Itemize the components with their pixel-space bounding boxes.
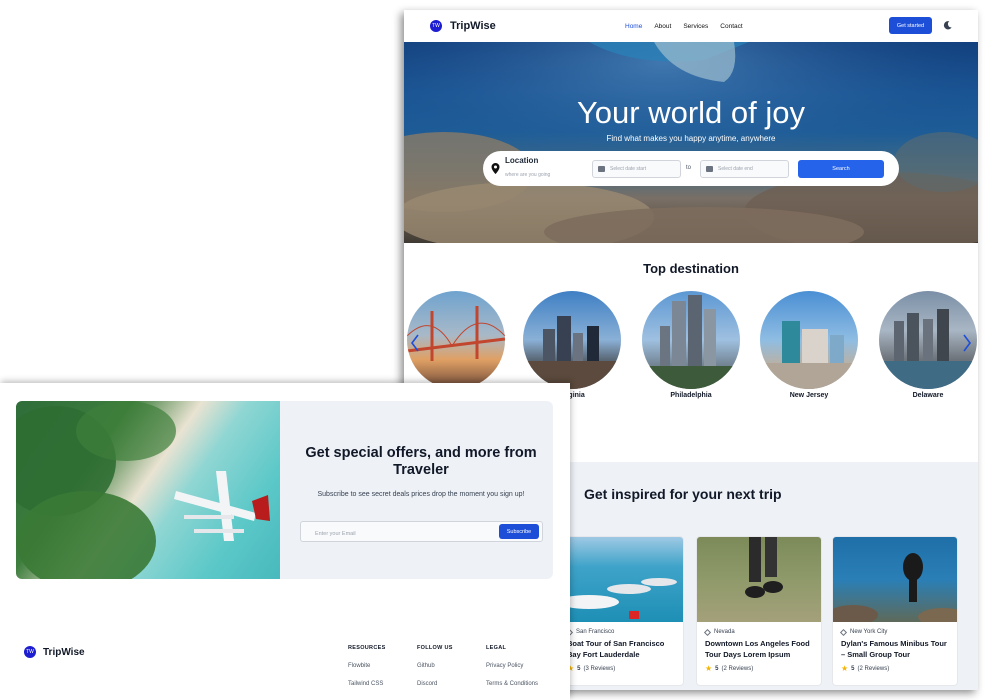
- nav-link-services[interactable]: Services: [683, 23, 708, 30]
- date-end-placeholder: Select date end: [718, 166, 753, 172]
- special-offer-banner: Get special offers, and more from Travel…: [16, 401, 553, 579]
- top-destination-title: Top destination: [643, 261, 739, 276]
- calendar-icon: [598, 166, 605, 172]
- tour-card[interactable]: San Francisco Boat Tour of San Francisco…: [558, 536, 684, 686]
- tag-icon: [703, 628, 712, 636]
- rating-value: 5: [851, 665, 855, 672]
- offer-subtitle: Subscribe to see secret deals prices dro…: [317, 491, 525, 498]
- date-start-input[interactable]: Select date start: [592, 160, 681, 178]
- nav-link-contact[interactable]: Contact: [720, 23, 742, 30]
- footer-column-follow: FOLLOW US Github Discord: [417, 645, 453, 699]
- tour-image: [833, 537, 957, 622]
- footer-heading: FOLLOW US: [417, 645, 453, 651]
- email-subscribe-form: Subscribe: [300, 521, 543, 544]
- star-icon: ★: [841, 664, 849, 673]
- tour-image: [559, 537, 683, 622]
- location-input[interactable]: where are you going: [505, 172, 550, 178]
- tour-location: New York City: [839, 628, 957, 636]
- footer-heading: RESOURCES: [348, 645, 386, 651]
- brand-name[interactable]: TripWise: [450, 20, 496, 32]
- tour-rating: ★ 5 (2 Reviews): [705, 664, 821, 673]
- chevron-left-icon[interactable]: [410, 333, 420, 353]
- footer-page: Get special offers, and more from Travel…: [0, 383, 570, 700]
- review-count: (3 Reviews): [583, 665, 616, 672]
- tour-title[interactable]: Dylan's Famous Minibus Tour – Small Grou…: [841, 639, 949, 660]
- footer-link[interactable]: Privacy Policy: [486, 663, 538, 669]
- tour-location: Nevada: [703, 628, 821, 636]
- tour-location-text: San Francisco: [576, 629, 615, 635]
- star-icon: ★: [705, 664, 713, 673]
- logo-icon[interactable]: TW: [430, 20, 442, 32]
- review-count: (2 Reviews): [857, 665, 890, 672]
- destination-name: New Jersey: [789, 392, 829, 399]
- review-count: (2 Reviews): [721, 665, 754, 672]
- tour-location-text: Nevada: [714, 629, 735, 635]
- subscribe-button[interactable]: Subscribe: [499, 524, 539, 539]
- footer-heading: LEGAL: [486, 645, 507, 651]
- nav-link-home[interactable]: Home: [625, 23, 642, 30]
- destination-name: Delaware: [912, 392, 944, 399]
- footer-link[interactable]: Flowbite: [348, 663, 386, 669]
- email-input[interactable]: [301, 524, 481, 544]
- tour-location-text: New York City: [850, 629, 888, 635]
- search-bar: Location where are you going Select date…: [483, 151, 899, 186]
- tour-title[interactable]: Downtown Los Angeles Food Tour Days Lore…: [705, 639, 813, 660]
- date-range-separator: to: [686, 165, 692, 171]
- destination-image: [407, 291, 505, 389]
- footer-brand-name: TripWise: [43, 646, 85, 658]
- tag-icon: [839, 628, 848, 636]
- destination-image: [642, 291, 740, 389]
- tour-card[interactable]: Nevada Downtown Los Angeles Food Tour Da…: [696, 536, 822, 686]
- location-pin-icon: [491, 163, 500, 174]
- footer-link[interactable]: Tailwind CSS: [348, 681, 386, 687]
- tour-card[interactable]: New York City Dylan's Famous Minibus Tou…: [832, 536, 958, 686]
- date-end-input[interactable]: Select date end: [700, 160, 789, 178]
- footer-brand[interactable]: TW TripWise: [24, 646, 85, 658]
- date-start-placeholder: Select date start: [610, 166, 647, 172]
- destination-card[interactable]: Philadelphia: [642, 291, 740, 399]
- location-label: Location: [505, 156, 539, 165]
- search-button[interactable]: Search: [798, 160, 884, 178]
- footer-column-legal: LEGAL Privacy Policy Terms & Conditions: [486, 645, 538, 699]
- footer-link[interactable]: Discord: [417, 681, 453, 687]
- tour-image: [697, 537, 821, 622]
- offer-title: Get special offers, and more from Travel…: [305, 445, 537, 479]
- inspiration-title: Get inspired for your next trip: [584, 486, 782, 502]
- hero-banner: Your world of joy Find what makes you ha…: [404, 42, 978, 243]
- offer-image: [16, 401, 280, 579]
- tour-location: San Francisco: [565, 628, 683, 636]
- destination-name: Philadelphia: [670, 392, 712, 399]
- rating-value: 5: [577, 665, 581, 672]
- moon-icon[interactable]: [942, 20, 953, 31]
- get-started-button[interactable]: Get started: [889, 17, 932, 34]
- tour-rating: ★ 5 (3 Reviews): [567, 664, 683, 673]
- destination-card[interactable]: New Jersey: [760, 291, 858, 399]
- destination-image: [760, 291, 858, 389]
- chevron-right-icon[interactable]: [962, 333, 972, 353]
- screenshot-stage: TW TripWise Home About Services Contact …: [0, 0, 1000, 700]
- logo-icon: TW: [24, 646, 36, 658]
- footer-column-resources: RESOURCES Flowbite Tailwind CSS: [348, 645, 386, 699]
- rating-value: 5: [715, 665, 719, 672]
- navbar: TW TripWise Home About Services Contact …: [404, 10, 978, 42]
- tour-rating: ★ 5 (2 Reviews): [841, 664, 957, 673]
- hero-subtitle: Find what makes you happy anytime, anywh…: [606, 134, 776, 143]
- footer-link[interactable]: Terms & Conditions: [486, 681, 538, 687]
- destination-image: [523, 291, 621, 389]
- calendar-icon: [706, 166, 713, 172]
- tour-title[interactable]: Boat Tour of San Francisco Bay Fort Laud…: [567, 639, 675, 660]
- nav-link-about[interactable]: About: [654, 23, 671, 30]
- hero-title: Your world of joy: [576, 95, 806, 130]
- nav-links: Home About Services Contact: [625, 10, 743, 42]
- footer-link[interactable]: Github: [417, 663, 453, 669]
- destination-card[interactable]: [407, 291, 505, 392]
